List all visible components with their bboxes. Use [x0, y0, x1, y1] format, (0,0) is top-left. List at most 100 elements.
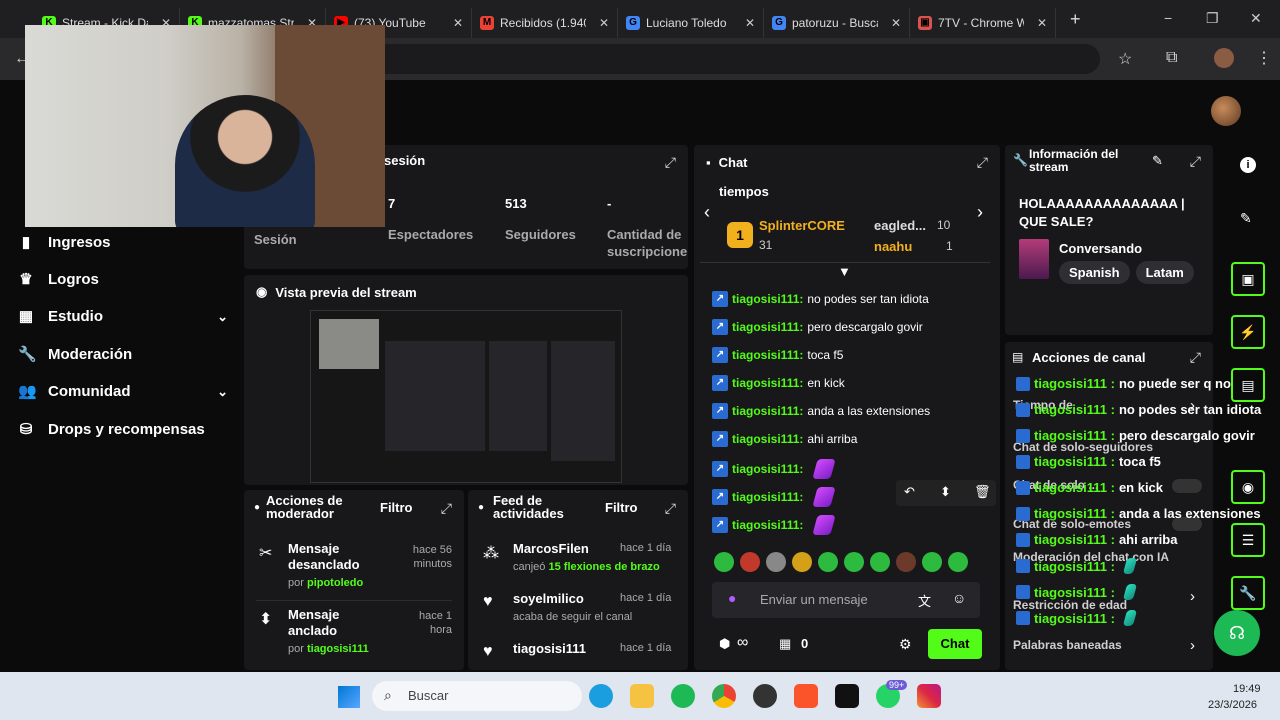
tool-button-wrench[interactable]: 🔧	[1231, 576, 1265, 610]
tool-button-list[interactable]: ☰	[1231, 523, 1265, 557]
windows-start-icon[interactable]	[338, 686, 360, 708]
chevron-down-icon[interactable]: ⌄	[217, 384, 228, 400]
chat-message[interactable]: ↗ tiagosisi111: anda a las extensiones	[712, 403, 930, 419]
next-arrow-icon[interactable]: ›	[977, 202, 983, 223]
expand-icon[interactable]: ⤢	[1190, 153, 1201, 170]
close-tab-icon[interactable]: ✕	[453, 16, 463, 30]
sidebar-item-estudio[interactable]: ▦ Estudio ⌄	[18, 308, 228, 325]
channel-setting-label[interactable]: Palabras baneadas	[1013, 638, 1122, 652]
moderator-username[interactable]: pipotoledo	[307, 577, 363, 589]
browser-tab[interactable]: Gpatoruzu - Busca ✕	[764, 8, 910, 38]
chevron-right-icon[interactable]: ›	[1190, 637, 1195, 654]
chat-input[interactable]: ● Enviar un mensaje 文 ☺	[712, 582, 980, 618]
tool-button-camera[interactable]: ▣	[1231, 262, 1265, 296]
tool-button-lightning[interactable]: ⚡	[1231, 315, 1265, 349]
info-icon[interactable]: i	[1240, 157, 1256, 173]
chat-message[interactable]: ↗ tiagosisi111:	[712, 515, 837, 535]
edit-icon[interactable]: ✎	[1152, 153, 1163, 169]
help-fab[interactable]: ☊	[1214, 610, 1260, 656]
browser-tab[interactable]: M Recibidos (1.940 ✕	[472, 8, 618, 38]
chat-message[interactable]: ↗ tiagosisi111: en kick	[712, 375, 845, 391]
chevron-down-icon[interactable]: ⌄	[217, 309, 228, 325]
browser-tab[interactable]: ▣ 7TV - Chrome W ✕	[910, 8, 1056, 38]
mod-filter-button[interactable]: Filtro	[380, 500, 413, 515]
sidebar-item-ingresos[interactable]: ▮ Ingresos	[18, 234, 228, 251]
mic-icon[interactable]: ●	[728, 590, 736, 606]
new-tab-button[interactable]: +	[1070, 9, 1081, 30]
reply-icon[interactable]: ↶	[904, 484, 915, 500]
emote-icon[interactable]	[870, 552, 890, 572]
emote-icon[interactable]	[896, 552, 916, 572]
chat-message[interactable]: ↗ tiagosisi111: ahi arriba	[712, 431, 857, 447]
sidebar-item-logros[interactable]: ♛ Logros	[18, 271, 228, 288]
chevron-right-icon[interactable]: ›	[1190, 588, 1195, 605]
sidebar-item-moderación[interactable]: 🔧 Moderación	[18, 346, 228, 363]
expand-icon[interactable]: ⤢	[665, 500, 676, 517]
chrome-icon[interactable]	[712, 684, 736, 708]
stream-preview-video[interactable]	[310, 310, 622, 483]
expand-icon[interactable]: ⤢	[441, 500, 452, 517]
chat-message[interactable]: ↗ tiagosisi111: toca f5	[712, 347, 843, 363]
close-tab-icon[interactable]: ✕	[1037, 16, 1047, 30]
emote-icon[interactable]	[844, 552, 864, 572]
spotify-icon[interactable]	[671, 684, 695, 708]
prev-arrow-icon[interactable]: ‹	[704, 202, 710, 223]
profile-icon[interactable]	[1214, 48, 1234, 68]
user-avatar[interactable]	[1211, 96, 1241, 126]
activity-user[interactable]: tiagosisi111	[513, 641, 586, 656]
chat-message[interactable]: ↗ tiagosisi111:	[712, 459, 837, 479]
taskbar-search[interactable]: ⌕ Buscar	[372, 681, 582, 711]
chat-username[interactable]: tiagosisi111:	[732, 404, 803, 418]
file-explorer-icon[interactable]	[630, 684, 654, 708]
menu-icon[interactable]: ⋮	[1256, 48, 1272, 68]
chat-username[interactable]: tiagosisi111:	[732, 348, 803, 362]
emote-icon[interactable]	[740, 552, 760, 572]
emote-icon[interactable]	[714, 552, 734, 572]
settings-icon[interactable]: ⚙	[899, 636, 912, 653]
emoji-icon[interactable]: ☺	[952, 590, 966, 606]
chat-message[interactable]: ↗ tiagosisi111: pero descargalo govir	[712, 319, 923, 335]
emote-icon[interactable]	[922, 552, 942, 572]
expand-icon[interactable]: ⤢	[1190, 349, 1201, 366]
close-window-button[interactable]: ✕	[1250, 10, 1262, 27]
tag-pill[interactable]: Spanish	[1059, 261, 1130, 284]
obs-icon[interactable]	[753, 684, 777, 708]
store-icon[interactable]: ▦	[779, 636, 791, 652]
close-tab-icon[interactable]: ✕	[745, 16, 755, 30]
chat-username[interactable]: tiagosisi111:	[732, 432, 803, 446]
chat-username[interactable]: tiagosisi111:	[732, 462, 803, 476]
chat-message[interactable]: ↗ tiagosisi111:	[712, 487, 837, 507]
instagram-icon[interactable]	[917, 684, 941, 708]
sidebar-item-drops[interactable]: ⛁ Drops y recompensas	[18, 421, 228, 438]
chat-username[interactable]: tiagosisi111:	[732, 292, 803, 306]
activity-user[interactable]: soyelmilico	[513, 591, 584, 606]
chat-username[interactable]: tiagosisi111:	[732, 518, 803, 532]
minimize-button[interactable]: −	[1164, 10, 1172, 26]
moderator-username[interactable]: tiagosisi111	[307, 643, 369, 655]
expand-icon[interactable]: ⤢	[977, 154, 988, 171]
chat-username[interactable]: tiagosisi111:	[732, 376, 803, 390]
toggle-switch[interactable]	[1172, 479, 1202, 493]
expand-icon[interactable]: ⤢	[665, 154, 676, 171]
chat-message[interactable]: ↗ tiagosisi111: no podes ser tan idiota	[712, 291, 929, 307]
collapse-icon[interactable]: ▼	[838, 264, 851, 279]
extensions-icon[interactable]: ⧉	[1166, 49, 1177, 67]
edge-icon[interactable]	[589, 684, 613, 708]
brave-icon[interactable]	[794, 684, 818, 708]
emote-icon[interactable]	[818, 552, 838, 572]
pencil-icon[interactable]: ✎	[1240, 210, 1252, 227]
maximize-button[interactable]: ❐	[1206, 10, 1219, 27]
delete-icon[interactable]: 🗑	[974, 484, 991, 500]
send-chat-button[interactable]: Chat	[928, 629, 982, 659]
emote-icon[interactable]	[948, 552, 968, 572]
tool-button-doc[interactable]: ▤	[1231, 368, 1265, 402]
activity-filter-button[interactable]: Filtro	[605, 500, 638, 515]
chat-username[interactable]: tiagosisi111:	[732, 320, 803, 334]
sidebar-item-comunidad[interactable]: 👥 Comunidad ⌄	[18, 383, 228, 400]
close-tab-icon[interactable]: ✕	[891, 16, 901, 30]
translate-icon[interactable]: 文	[918, 591, 931, 610]
close-tab-icon[interactable]: ✕	[599, 16, 609, 30]
browser-tab[interactable]: G Luciano Toledo ✕	[618, 8, 764, 38]
emote-icon[interactable]	[792, 552, 812, 572]
chat-username[interactable]: tiagosisi111:	[732, 490, 803, 504]
